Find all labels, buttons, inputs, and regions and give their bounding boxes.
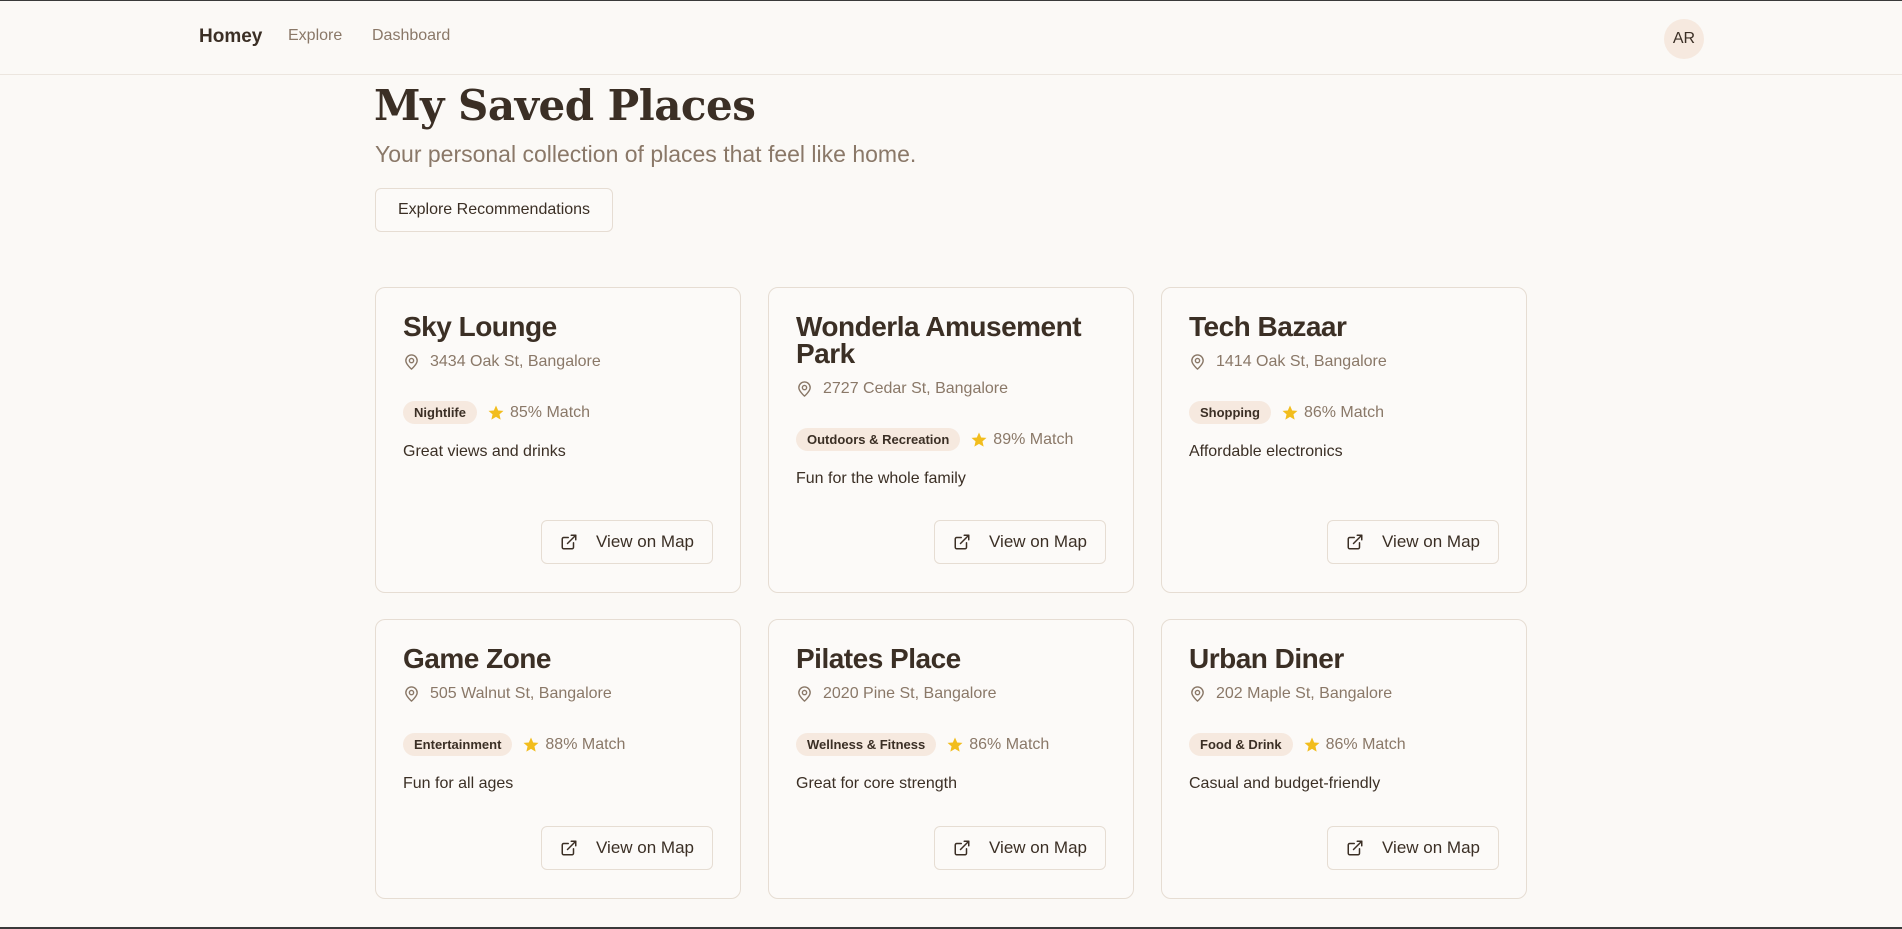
match-score-text: 88% Match	[545, 735, 626, 753]
match-score-text: 86% Match	[1303, 403, 1384, 421]
view-on-map-label: View on Map	[989, 532, 1087, 551]
place-address-text: 202 Maple St, Bangalore	[1216, 685, 1393, 702]
map-pin-icon	[1191, 686, 1204, 702]
place-name: Pilates Place	[796, 643, 961, 674]
top-navbar: Homey Explore Dashboard AR	[0, 1, 1902, 75]
brand-logo[interactable]: Homey	[199, 26, 262, 48]
place-address: 2020 Pine St, Bangalore	[796, 685, 996, 703]
place-address-text: 2020 Pine St, Bangalore	[823, 685, 997, 702]
nav-link-explore[interactable]: Explore	[288, 27, 342, 45]
place-card: Sky Lounge 3434 Oak St, Bangalore Nightl…	[375, 287, 741, 593]
match-score: 86% Match	[1281, 404, 1384, 422]
view-on-map-button[interactable]: View on Map	[1327, 826, 1499, 870]
place-address-text: 3434 Oak St, Bangalore	[430, 353, 601, 370]
place-description: Casual and budget-friendly	[1189, 775, 1381, 792]
user-avatar[interactable]: AR	[1664, 19, 1704, 59]
view-on-map-label: View on Map	[1382, 838, 1480, 857]
place-meta: Entertainment 88% Match	[403, 733, 625, 756]
place-name: Wonderla Amusement Park	[796, 311, 1082, 369]
match-score: 89% Match	[970, 431, 1073, 449]
category-badge: Outdoors & Recreation	[796, 428, 961, 451]
place-meta: Nightlife 85% Match	[403, 401, 590, 424]
nav-link-dashboard[interactable]: Dashboard	[372, 27, 450, 45]
external-link-icon	[1347, 840, 1363, 856]
page-title: My Saved Places	[374, 81, 756, 130]
star-icon	[1304, 737, 1320, 752]
place-address: 202 Maple St, Bangalore	[1189, 685, 1392, 703]
star-icon	[488, 405, 504, 420]
match-score-text: 85% Match	[510, 403, 591, 421]
map-pin-icon	[1191, 354, 1204, 370]
external-link-icon	[954, 840, 970, 856]
map-pin-icon	[798, 686, 811, 702]
place-card: Game Zone 505 Walnut St, Bangalore Enter…	[375, 619, 741, 899]
page-subtitle: Your personal collection of places that …	[375, 141, 917, 167]
match-score-text: 86% Match	[1325, 735, 1406, 753]
view-on-map-label: View on Map	[596, 838, 694, 857]
view-on-map-button[interactable]: View on Map	[934, 520, 1106, 564]
star-icon	[1282, 405, 1298, 420]
place-card: Pilates Place 2020 Pine St, Bangalore We…	[768, 619, 1134, 899]
external-link-icon	[954, 534, 970, 550]
place-description: Fun for the whole family	[796, 470, 966, 487]
place-meta: Shopping 86% Match	[1189, 401, 1384, 424]
place-description: Great views and drinks	[403, 443, 566, 460]
match-score: 85% Match	[487, 404, 590, 422]
place-description: Great for core strength	[796, 775, 957, 792]
external-link-icon	[561, 840, 577, 856]
map-pin-icon	[798, 381, 811, 397]
map-pin-icon	[405, 354, 418, 370]
external-link-icon	[561, 534, 577, 550]
place-address: 2727 Cedar St, Bangalore	[796, 380, 1008, 398]
category-badge: Shopping	[1189, 401, 1271, 424]
place-description: Fun for all ages	[403, 775, 514, 792]
place-address: 505 Walnut St, Bangalore	[403, 685, 612, 703]
place-meta: Food & Drink 86% Match	[1189, 733, 1406, 756]
place-name: Tech Bazaar	[1189, 311, 1347, 342]
place-meta: Outdoors & Recreation 89% Match	[796, 428, 1073, 451]
match-score-text: 86% Match	[969, 735, 1050, 753]
place-description: Affordable electronics	[1189, 443, 1343, 460]
view-on-map-label: View on Map	[1382, 532, 1480, 551]
match-score: 86% Match	[946, 736, 1049, 754]
match-score: 88% Match	[522, 736, 625, 754]
place-card: Urban Diner 202 Maple St, Bangalore Food…	[1161, 619, 1527, 899]
view-on-map-button[interactable]: View on Map	[1327, 520, 1499, 564]
place-address: 1414 Oak St, Bangalore	[1189, 353, 1387, 371]
category-badge: Entertainment	[403, 733, 513, 756]
view-on-map-button[interactable]: View on Map	[541, 826, 713, 870]
place-name: Sky Lounge	[403, 311, 557, 342]
place-meta: Wellness & Fitness 86% Match	[796, 733, 1049, 756]
place-address: 3434 Oak St, Bangalore	[403, 353, 601, 371]
place-card: Tech Bazaar 1414 Oak St, Bangalore Shopp…	[1161, 287, 1527, 593]
map-pin-icon	[405, 686, 418, 702]
view-on-map-button[interactable]: View on Map	[541, 520, 713, 564]
explore-recommendations-button[interactable]: Explore Recommendations	[375, 188, 613, 232]
category-badge: Wellness & Fitness	[796, 733, 937, 756]
star-icon	[947, 737, 963, 752]
place-name: Urban Diner	[1189, 643, 1344, 674]
category-badge: Nightlife	[403, 401, 477, 424]
place-address-text: 2727 Cedar St, Bangalore	[823, 380, 1009, 397]
category-badge: Food & Drink	[1189, 733, 1293, 756]
place-address-text: 1414 Oak St, Bangalore	[1216, 353, 1387, 370]
match-score-text: 89% Match	[993, 430, 1074, 448]
place-name: Game Zone	[403, 643, 551, 674]
match-score: 86% Match	[1303, 736, 1406, 754]
view-on-map-button[interactable]: View on Map	[934, 826, 1106, 870]
star-icon	[523, 737, 539, 752]
place-card: Wonderla Amusement Park 2727 Cedar St, B…	[768, 287, 1134, 593]
place-address-text: 505 Walnut St, Bangalore	[430, 685, 612, 702]
star-icon	[971, 432, 987, 447]
view-on-map-label: View on Map	[989, 838, 1087, 857]
view-on-map-label: View on Map	[596, 532, 694, 551]
external-link-icon	[1347, 534, 1363, 550]
